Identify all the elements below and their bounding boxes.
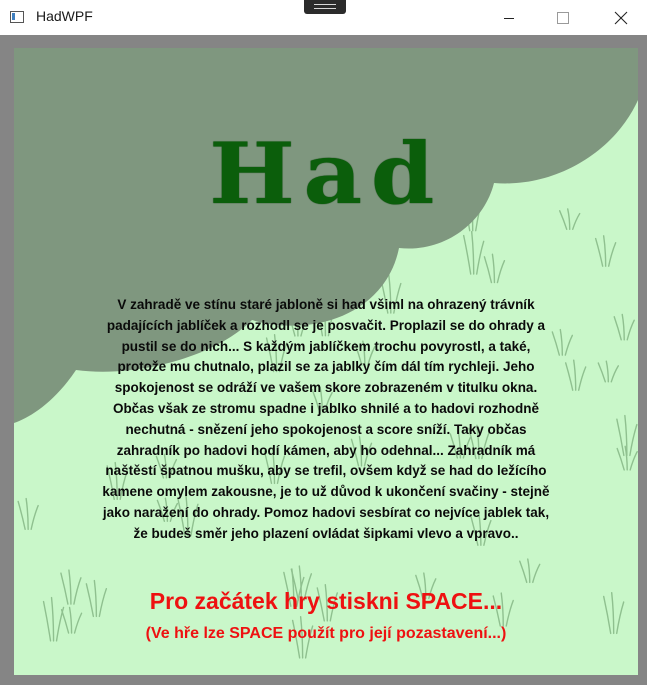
story-line: naštěstí špatnou mušku, aby se trefil, o… xyxy=(105,463,547,479)
story-line: padajících jablíček a rozhodl se je posv… xyxy=(106,317,546,333)
close-button[interactable] xyxy=(598,0,644,35)
window-title: HadWPF xyxy=(36,8,93,24)
maximize-button[interactable] xyxy=(540,0,586,35)
maximize-icon xyxy=(557,11,569,24)
story-line: zahradník po hadovi hodí kámen, aby ho o… xyxy=(116,442,536,458)
grass-tuft xyxy=(463,231,485,275)
app-window-icon xyxy=(10,11,24,23)
story-text: V zahradě ve stínu staré jabloně si had … xyxy=(76,295,576,545)
close-icon xyxy=(614,11,628,24)
snap-grip-icon[interactable] xyxy=(304,0,346,14)
minimize-button[interactable] xyxy=(486,0,532,35)
grass-tuft xyxy=(613,313,635,341)
story-line: Občas však ze stromu spadne i jablko shn… xyxy=(112,400,540,416)
story-line: jako naražení do ohrady. Pomoz hadovi se… xyxy=(102,504,550,520)
grass-tuft xyxy=(519,558,541,584)
grass-tuft xyxy=(616,414,638,457)
grass-tuft xyxy=(483,253,506,284)
game-canvas[interactable]: Had V zahradě ve stínu staré jabloně si … xyxy=(14,48,638,675)
minimize-icon xyxy=(504,17,514,19)
start-prompt: Pro začátek hry stiskni SPACE... xyxy=(149,588,503,614)
story-line: spokojenost se odráží ve vašem skore zob… xyxy=(114,380,538,396)
story-line: kamene omylem zakousne, je to už důvod k… xyxy=(102,484,550,500)
grass-tuft xyxy=(597,360,619,383)
story-line: nechutná - snězení jeho spokojenost a sc… xyxy=(125,421,527,437)
title-bar[interactable]: HadWPF xyxy=(0,0,647,35)
story-line: že budeš směr jeho plazení ovládat šipka… xyxy=(133,525,519,541)
client-area: Had V zahradě ve stínu staré jabloně si … xyxy=(0,35,647,685)
app-window: HadWPF Had V zahradě ve stínu staré jabl… xyxy=(0,0,647,685)
story-line: V zahradě ve stínu staré jabloně si had … xyxy=(117,297,535,312)
story-line: protože mu chutnalo, plazil se za jablky… xyxy=(117,359,535,375)
game-title: Had xyxy=(209,124,443,223)
grass-tuft xyxy=(17,497,39,531)
grass-tuft xyxy=(594,235,617,267)
story-line: pustil se do nich... S každým jablíčkem … xyxy=(121,338,531,354)
pause-hint: (Ve hře lze SPACE použít pro její pozast… xyxy=(145,625,507,642)
